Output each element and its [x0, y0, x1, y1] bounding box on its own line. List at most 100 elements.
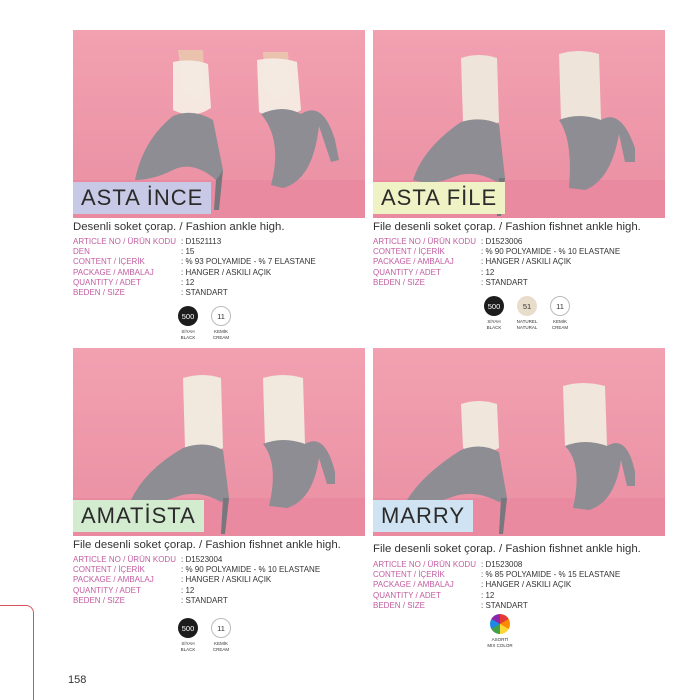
spec-label: PACKAGE / AMBALAJ: [373, 580, 454, 590]
spec-row: ARTICLE NO / ÜRÜN KODU : D1523006: [373, 237, 620, 247]
spec-value: : 12: [481, 590, 495, 600]
product-subtitle: File desenli soket çorap. / Fashion fish…: [373, 221, 641, 233]
spec-label: CONTENT / İÇERİK: [373, 570, 445, 580]
spec-value: : 15: [181, 247, 195, 257]
spec-value: : STANDART: [181, 288, 228, 298]
color-label: KEMİK CREAM: [212, 329, 230, 340]
spec-value: : HANGER / ASKILI AÇIK: [181, 267, 272, 277]
spec-value: : D1523006: [481, 237, 523, 246]
product-title: ASTA İNCE: [73, 182, 212, 214]
spec-label: ARTICLE NO / ÜRÜN KODU: [73, 237, 176, 246]
color-circle: 51: [517, 296, 537, 316]
spec-row: QUANTITY / ADET : 12: [73, 278, 316, 288]
product-subtitle: File desenli soket çorap. / Fashion fish…: [73, 539, 341, 551]
spec-label: QUANTITY / ADET: [373, 590, 441, 600]
color-swatch: 11 KEMİK CREAM: [547, 296, 573, 330]
spec-value: : % 85 POLYAMIDE - % 15 ELASTANE: [481, 570, 621, 580]
spec-row: CONTENT / İÇERİK : % 90 POLYAMIDE - % 10 …: [373, 247, 620, 257]
spec-label: CONTENT / İÇERİK: [73, 565, 145, 575]
spec-row: CONTENT / İÇERİK : % 93 POLYAMIDE - % 7 E…: [73, 257, 316, 267]
color-label: NATUREL NATURAL: [516, 319, 538, 330]
color-label: KEMİK CREAM: [212, 641, 230, 652]
product-subtitle: File desenli soket çorap. / Fashion fish…: [373, 543, 641, 555]
spec-label: QUANTITY / ADET: [73, 585, 141, 595]
spec-label: ARTICLE NO / ÜRÜN KODU: [373, 560, 476, 569]
spec-value: : 12: [181, 277, 195, 287]
spec-label: CONTENT / İÇERİK: [373, 247, 445, 257]
spec-value: : HANGER / ASKILI AÇIK: [481, 257, 572, 267]
spec-list: ARTICLE NO / ÜRÜN KODU : D1523004 CONTENT…: [73, 555, 320, 606]
page-corner-decoration: [0, 605, 34, 700]
color-circle: 11: [550, 296, 570, 316]
color-options: ASORTİ MIX COLOR: [483, 614, 517, 648]
color-swatch: 500 SİYAH BLACK: [481, 296, 507, 330]
spec-row: PACKAGE / AMBALAJ : HANGER / ASKILI AÇIK: [373, 257, 620, 267]
spec-label: QUANTITY / ADET: [373, 267, 441, 277]
color-swatch: 500 SİYAH BLACK: [175, 618, 201, 652]
color-circle: [490, 614, 510, 634]
spec-row: QUANTITY / ADET : 12: [373, 591, 620, 601]
product-subtitle: Desenli soket çorap. / Fashion ankle hig…: [73, 221, 285, 233]
spec-label: ARTICLE NO / ÜRÜN KODU: [73, 555, 176, 564]
color-circle: 500: [484, 296, 504, 316]
spec-label: BEDEN / SIZE: [373, 277, 426, 287]
spec-row: ARTICLE NO / ÜRÜN KODU : D1523008: [373, 560, 620, 570]
spec-value: : 12: [481, 267, 495, 277]
spec-label: DEN: [73, 247, 90, 257]
product-title: MARRY: [373, 500, 474, 532]
spec-list: ARTICLE NO / ÜRÜN KODU : D1523008 CONTENT…: [373, 560, 620, 611]
spec-value: : D1523008: [481, 560, 523, 569]
spec-value: : % 90 POLYAMIDE - % 10 ELASTANE: [481, 247, 621, 257]
color-options: 500 SİYAH BLACK 51 NATUREL NATURAL 11 KEMİ…: [481, 296, 573, 330]
spec-row: ARTICLE NO / ÜRÜN KODU : D1523004: [73, 555, 320, 565]
spec-label: CONTENT / İÇERİK: [73, 257, 145, 267]
spec-row: BEDEN / SIZE : STANDART: [73, 596, 320, 606]
color-swatch: 51 NATUREL NATURAL: [514, 296, 540, 330]
spec-value: : % 93 POLYAMIDE - % 7 ELASTANE: [181, 257, 316, 267]
spec-row: ARTICLE NO / ÜRÜN KODU : D1521113: [73, 237, 316, 247]
spec-value: : STANDART: [181, 595, 228, 605]
spec-label: BEDEN / SIZE: [73, 595, 126, 605]
color-circle: 11: [211, 618, 231, 638]
color-label: SİYAH BLACK: [486, 319, 502, 330]
spec-value: : % 90 POLYAMIDE - % 10 ELASTANE: [181, 565, 321, 575]
product-title: AMATİSTA: [73, 500, 204, 532]
color-swatch: 500 SİYAH BLACK: [175, 306, 201, 340]
color-label: SİYAH BLACK: [180, 329, 196, 340]
spec-row: PACKAGE / AMBALAJ : HANGER / ASKILI AÇIK: [373, 580, 620, 590]
spec-row: QUANTITY / ADET : 12: [373, 268, 620, 278]
spec-list: ARTICLE NO / ÜRÜN KODU : D1521113 DEN : 15…: [73, 237, 316, 298]
spec-label: QUANTITY / ADET: [73, 277, 141, 287]
spec-value: : D1523004: [181, 555, 223, 564]
spec-value: : D1521113: [181, 237, 222, 246]
color-circle: 11: [211, 306, 231, 326]
spec-value: : 12: [181, 585, 195, 595]
color-label: ASORTİ MIX COLOR: [487, 637, 513, 648]
spec-label: PACKAGE / AMBALAJ: [373, 257, 454, 267]
spec-row: CONTENT / İÇERİK : % 85 POLYAMIDE - % 15 …: [373, 570, 620, 580]
color-circle: 500: [178, 306, 198, 326]
spec-row: CONTENT / İÇERİK : % 90 POLYAMIDE - % 10 …: [73, 565, 320, 575]
spec-label: PACKAGE / AMBALAJ: [73, 267, 154, 277]
spec-label: PACKAGE / AMBALAJ: [73, 575, 154, 585]
color-label: SİYAH BLACK: [180, 641, 196, 652]
spec-row: PACKAGE / AMBALAJ : HANGER / ASKILI AÇIK: [73, 268, 316, 278]
spec-row: BEDEN / SIZE: STANDART: [373, 601, 620, 611]
page-number: 158: [68, 674, 87, 686]
spec-value: : HANGER / ASKILI AÇIK: [481, 580, 572, 590]
spec-label: ARTICLE NO / ÜRÜN KODU: [373, 237, 476, 246]
product-title: ASTA FİLE: [373, 182, 506, 214]
spec-row: BEDEN / SIZE: STANDART: [373, 278, 620, 288]
color-options: 500 SİYAH BLACK 11 KEMİK CREAM: [175, 306, 234, 340]
spec-row: PACKAGE / AMBALAJ : HANGER / ASKILI AÇIK: [73, 575, 320, 585]
spec-value: : HANGER / ASKILI AÇIK: [181, 575, 272, 585]
spec-row: BEDEN / SIZE : STANDART: [73, 288, 316, 298]
color-options: 500 SİYAH BLACK 11 KEMİK CREAM: [175, 618, 234, 652]
spec-row: QUANTITY / ADET : 12: [73, 586, 320, 596]
spec-label: BEDEN / SIZE: [73, 288, 126, 298]
color-swatch: 11 KEMİK CREAM: [208, 306, 234, 340]
color-circle: 500: [178, 618, 198, 638]
color-swatch: 11 KEMİK CREAM: [208, 618, 234, 652]
color-swatch: ASORTİ MIX COLOR: [483, 614, 517, 648]
spec-label: BEDEN / SIZE: [373, 600, 426, 610]
